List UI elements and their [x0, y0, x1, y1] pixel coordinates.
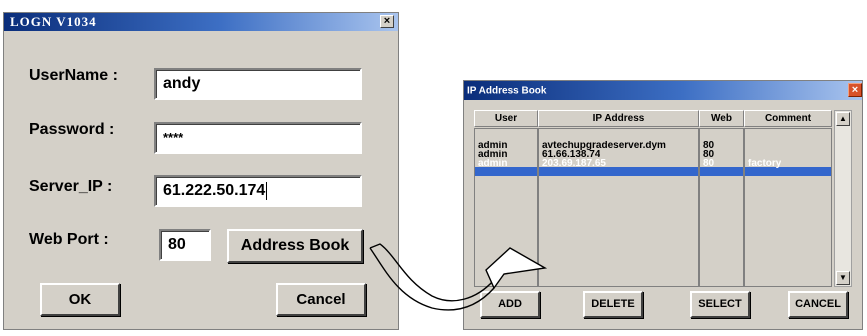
address-book-title: IP Address Book [467, 85, 547, 96]
list-item[interactable]: avtechupgradeserver.dym [542, 141, 666, 150]
address-book-title-bar[interactable]: IP Address Book × [464, 81, 862, 100]
server-ip-field[interactable]: 61.222.50.174 [154, 175, 362, 207]
server-ip-value: 61.222.50.174 [163, 182, 266, 199]
cancel-button[interactable]: Cancel [276, 283, 366, 316]
username-label: UserName : [29, 67, 118, 84]
list-item[interactable]: 80 [703, 150, 714, 159]
delete-button[interactable]: DELETE [583, 291, 643, 318]
text-cursor [266, 181, 268, 200]
list-item[interactable]: admin [478, 150, 507, 159]
comment-column[interactable]: factory [744, 128, 832, 287]
list-item[interactable]: admin [478, 159, 507, 168]
login-title: LOGN V1034 [10, 14, 97, 29]
server-ip-label: Server_IP : [29, 178, 113, 195]
address-book-button[interactable]: Address Book [227, 229, 363, 263]
list-item[interactable]: 61.66.138.74 [542, 150, 600, 159]
cancel-button[interactable]: CANCEL [788, 291, 848, 318]
close-icon[interactable]: × [848, 83, 862, 97]
close-icon[interactable]: × [380, 15, 394, 28]
scroll-up-icon[interactable]: ▲ [836, 112, 850, 126]
web-port-field[interactable]: 80 [159, 229, 211, 261]
add-button[interactable]: ADD [480, 291, 540, 318]
password-label: Password : [29, 121, 115, 138]
list-item[interactable]: 203.69.187.65 [542, 159, 606, 168]
user-column[interactable]: admin admin admin [474, 128, 538, 287]
password-field[interactable]: **** [154, 122, 362, 154]
username-field[interactable]: andy [154, 68, 362, 100]
column-header-web[interactable]: Web [699, 110, 744, 127]
scrollbar[interactable]: ▲ ▼ [834, 110, 852, 287]
list-item[interactable]: factory [748, 159, 781, 168]
scroll-down-icon[interactable]: ▼ [836, 271, 850, 285]
column-header-comment[interactable]: Comment [744, 110, 832, 127]
column-header-user[interactable]: User [474, 110, 538, 127]
list-item[interactable]: admin [478, 141, 507, 150]
list-item[interactable]: 80 [703, 141, 714, 150]
web-column[interactable]: 80 80 80 [699, 128, 744, 287]
select-button[interactable]: SELECT [690, 291, 750, 318]
list-item[interactable]: 80 [703, 159, 714, 168]
ip-address-column[interactable]: avtechupgradeserver.dym 61.66.138.74 203… [538, 128, 699, 287]
ok-button[interactable]: OK [40, 283, 120, 316]
web-port-label: Web Port : [29, 231, 109, 248]
login-title-bar[interactable]: LOGN V1034 × [4, 13, 398, 31]
column-header-ip-address[interactable]: IP Address [538, 110, 699, 127]
